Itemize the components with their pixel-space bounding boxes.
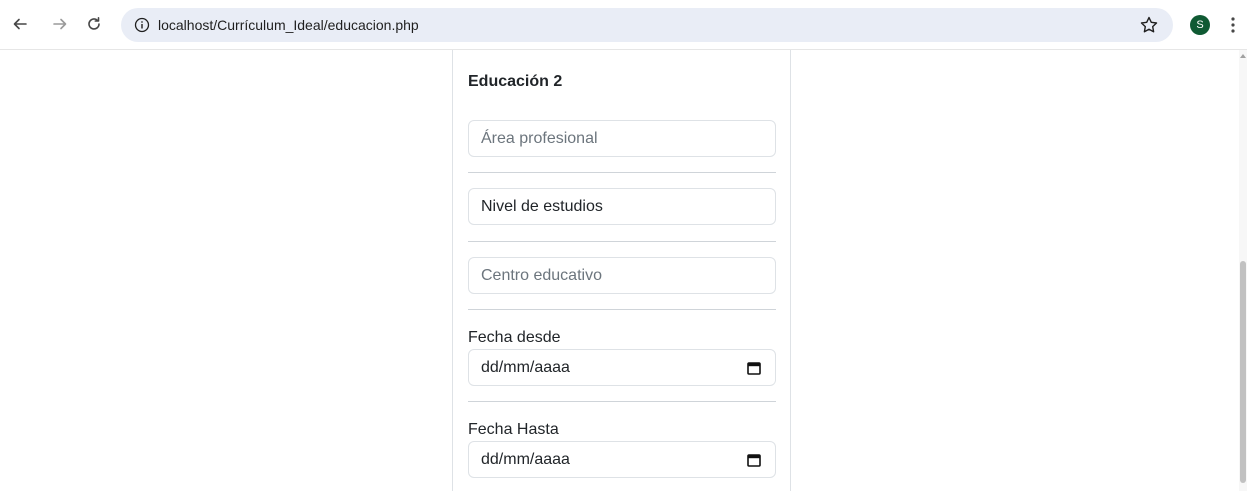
reload-button[interactable] bbox=[80, 10, 108, 38]
page-scrollbar[interactable] bbox=[1239, 50, 1247, 491]
divider bbox=[468, 172, 776, 173]
url-text[interactable]: localhost/Currículum_Ideal/educacion.php bbox=[158, 17, 419, 33]
fecha-desde-value: dd/mm/aaaa bbox=[481, 358, 570, 376]
area-profesional-placeholder: Área profesional bbox=[481, 129, 598, 147]
forward-button[interactable] bbox=[46, 10, 74, 38]
arrow-right-icon bbox=[53, 18, 67, 30]
profile-avatar[interactable]: S bbox=[1190, 15, 1210, 35]
calendar-icon[interactable] bbox=[746, 360, 762, 376]
nivel-estudios-value: Nivel de estudios bbox=[481, 197, 603, 215]
centro-educativo-input[interactable]: Centro educativo bbox=[468, 257, 776, 294]
centro-educativo-placeholder: Centro educativo bbox=[481, 266, 602, 284]
address-bar[interactable]: localhost/Currículum_Ideal/educacion.php bbox=[121, 8, 1173, 42]
scroll-up-arrow-icon[interactable] bbox=[1240, 54, 1246, 58]
area-profesional-input[interactable]: Área profesional bbox=[468, 120, 776, 157]
calendar-icon[interactable] bbox=[746, 452, 762, 468]
divider bbox=[468, 309, 776, 310]
arrow-left-icon bbox=[13, 18, 27, 30]
section-title: Educación 2 bbox=[468, 73, 563, 90]
browser-toolbar: localhost/Currículum_Ideal/educacion.php… bbox=[0, 0, 1247, 50]
reload-icon bbox=[88, 17, 100, 30]
fecha-desde-label: Fecha desde bbox=[468, 329, 561, 346]
fecha-hasta-label: Fecha Hasta bbox=[468, 421, 559, 438]
kebab-menu-icon[interactable] bbox=[1225, 14, 1241, 36]
star-icon[interactable] bbox=[1139, 15, 1159, 35]
fecha-hasta-value: dd/mm/aaaa bbox=[481, 450, 570, 468]
info-icon[interactable] bbox=[134, 17, 150, 33]
divider bbox=[468, 401, 776, 402]
scrollbar-thumb[interactable] bbox=[1240, 261, 1246, 483]
fecha-hasta-input[interactable]: dd/mm/aaaa bbox=[468, 441, 776, 478]
education-card: Educación 2 Área profesional Nivel de es… bbox=[452, 50, 791, 491]
nivel-estudios-select[interactable]: Nivel de estudios bbox=[468, 188, 776, 225]
page-viewport: Educación 2 Área profesional Nivel de es… bbox=[0, 50, 1239, 491]
divider bbox=[468, 241, 776, 242]
fecha-desde-input[interactable]: dd/mm/aaaa bbox=[468, 349, 776, 386]
back-button[interactable] bbox=[6, 10, 34, 38]
